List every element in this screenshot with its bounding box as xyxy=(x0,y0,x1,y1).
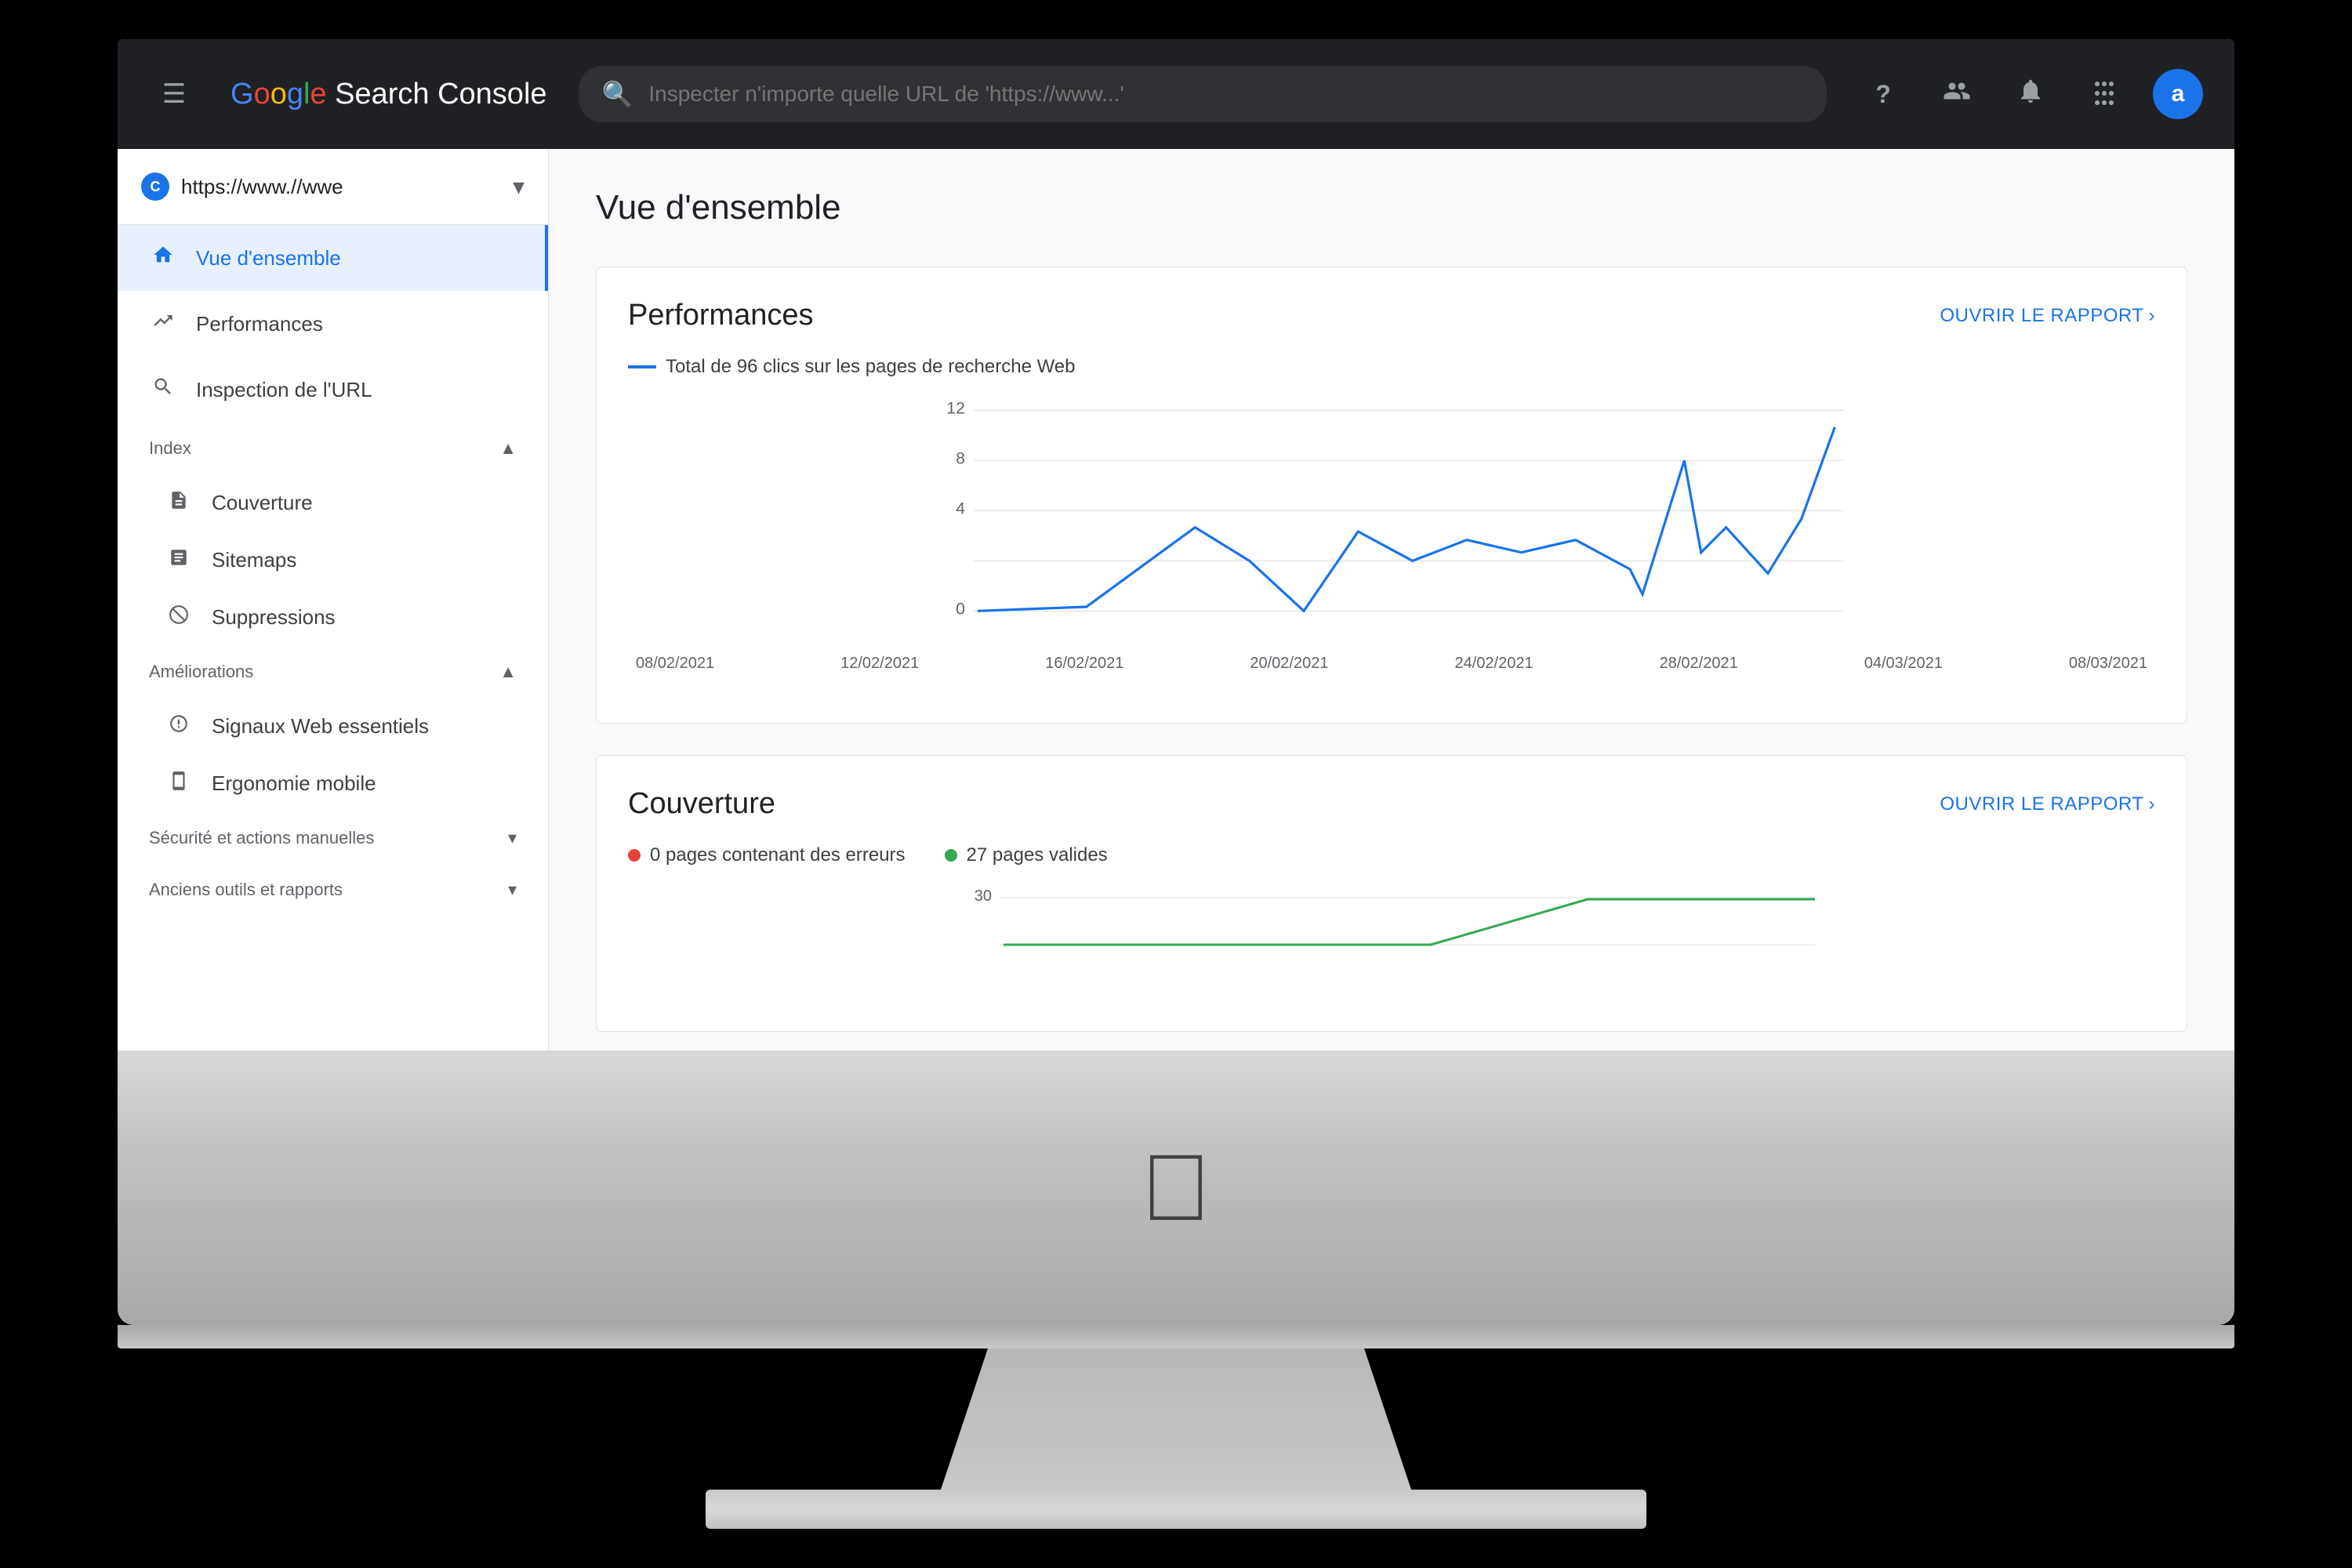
top-bar: ☰ Google Search Console 🔍 ? xyxy=(118,39,2234,149)
site-favicon: C xyxy=(141,172,169,201)
section-anciens-outils-chevron: ▾ xyxy=(508,880,517,900)
nav-label-sitemaps: Sitemaps xyxy=(212,548,296,572)
avatar-button[interactable]: a xyxy=(2153,69,2203,119)
nav-label-performances: Performances xyxy=(196,312,323,336)
couverture-icon xyxy=(165,490,193,516)
grid-button[interactable] xyxy=(2079,69,2129,119)
couverture-legend: 0 pages contenant des erreurs 27 pages v… xyxy=(628,844,2155,866)
avatar-label: a xyxy=(2172,81,2185,107)
search-bar[interactable]: 🔍 xyxy=(579,66,1827,122)
nav-label-suppressions: Suppressions xyxy=(212,605,336,630)
sitemaps-icon xyxy=(165,547,193,573)
suppressions-icon xyxy=(165,604,193,630)
mac-body:  xyxy=(118,1051,2234,1325)
search-icon: 🔍 xyxy=(602,79,633,109)
grid-icon xyxy=(2090,77,2118,112)
home-icon xyxy=(149,244,177,272)
couverture-title: Couverture xyxy=(628,787,775,821)
section-ameliorations[interactable]: Améliorations ▲ xyxy=(118,646,548,698)
page-title: Vue d'ensemble xyxy=(596,188,2187,227)
nav-label-couverture: Couverture xyxy=(212,491,313,515)
section-index[interactable]: Index ▲ xyxy=(118,423,548,474)
app-logo: Google Search Console xyxy=(230,78,547,111)
chevron-right-icon: › xyxy=(2149,305,2156,327)
nav-item-performances[interactable]: Performances xyxy=(118,291,548,357)
users-button[interactable] xyxy=(1932,69,1982,119)
signaux-web-icon xyxy=(165,713,193,739)
performances-card: Performances OUVRIR LE RAPPORT › Total d… xyxy=(596,267,2187,724)
apple-logo:  xyxy=(1141,1134,1211,1242)
section-index-label: Index xyxy=(149,438,191,459)
main-layout: C https://www.//wwe ▾ Vue d'ensemble xyxy=(118,149,2234,1058)
section-securite[interactable]: Sécurité et actions manuelles ▾ xyxy=(118,812,548,864)
section-anciens-outils[interactable]: Anciens outils et rapports ▾ xyxy=(118,864,548,916)
legend-valid: 27 pages valides xyxy=(945,844,1108,866)
hamburger-menu[interactable]: ☰ xyxy=(149,69,199,119)
site-selector[interactable]: C https://www.//wwe ▾ xyxy=(118,149,548,225)
section-ameliorations-chevron: ▲ xyxy=(499,662,517,682)
nav-item-sitemaps[interactable]: Sitemaps xyxy=(118,532,548,589)
performances-card-header: Performances OUVRIR LE RAPPORT › xyxy=(628,299,2155,332)
mac-neck xyxy=(941,1348,1411,1490)
svg-text:30: 30 xyxy=(975,887,992,905)
notifications-button[interactable] xyxy=(2005,69,2056,119)
mac-stand:  xyxy=(118,1051,2234,1529)
section-ameliorations-label: Améliorations xyxy=(149,662,253,682)
svg-text:4: 4 xyxy=(956,499,965,518)
chart-x-labels: 08/02/2021 12/02/2021 16/02/2021 20/02/2… xyxy=(628,655,2155,673)
nav-label-vue-ensemble: Vue d'ensemble xyxy=(196,246,341,270)
bell-icon xyxy=(2016,77,2045,112)
help-button[interactable]: ? xyxy=(1858,69,1908,119)
nav-item-vue-ensemble[interactable]: Vue d'ensemble xyxy=(118,225,548,291)
site-url: https://www.//wwe xyxy=(181,175,501,199)
performances-legend: Total de 96 clics sur les pages de reche… xyxy=(628,356,2155,378)
svg-text:8: 8 xyxy=(956,449,965,468)
performances-report-link[interactable]: OUVRIR LE RAPPORT › xyxy=(1940,305,2155,327)
app-window: ☰ Google Search Console 🔍 ? xyxy=(118,39,2234,1058)
nav-item-ergonomie[interactable]: Ergonomie mobile xyxy=(118,755,548,812)
search-input[interactable] xyxy=(648,82,1803,107)
sidebar: C https://www.//wwe ▾ Vue d'ensemble xyxy=(118,149,549,1058)
performances-chart-svg: 12 8 4 0 xyxy=(628,394,2155,644)
performances-title: Performances xyxy=(628,299,814,332)
errors-dot xyxy=(628,849,641,862)
performances-icon xyxy=(149,310,177,338)
mac-base xyxy=(706,1490,1646,1529)
performances-legend-line xyxy=(628,365,656,368)
couverture-report-link[interactable]: OUVRIR LE RAPPORT › xyxy=(1940,793,2155,815)
mac-neck-assembly xyxy=(706,1348,1646,1529)
top-icons: ? xyxy=(1858,69,2203,119)
section-index-chevron: ▲ xyxy=(499,438,517,459)
ergonomie-icon xyxy=(165,771,193,797)
content-area: Vue d'ensemble Performances OUVRIR LE RA… xyxy=(549,149,2234,1058)
performances-legend-item: Total de 96 clics sur les pages de reche… xyxy=(628,356,1076,378)
couverture-chart: 30 xyxy=(628,882,2155,1000)
dropdown-icon: ▾ xyxy=(513,173,524,201)
users-icon xyxy=(1943,77,1971,112)
valid-dot xyxy=(945,849,957,862)
nav-item-couverture[interactable]: Couverture xyxy=(118,474,548,532)
mac-chin xyxy=(118,1325,2234,1348)
legend-errors: 0 pages contenant des erreurs xyxy=(628,844,906,866)
nav-item-suppressions[interactable]: Suppressions xyxy=(118,589,548,646)
url-inspection-icon xyxy=(149,376,177,404)
svg-text:0: 0 xyxy=(956,600,965,619)
couverture-card: Couverture OUVRIR LE RAPPORT › 0 pages c… xyxy=(596,755,2187,1032)
section-securite-label: Sécurité et actions manuelles xyxy=(149,828,374,848)
couverture-chart-svg: 30 xyxy=(628,882,2155,1000)
nav-item-signaux-web[interactable]: Signaux Web essentiels xyxy=(118,698,548,755)
couverture-card-header: Couverture OUVRIR LE RAPPORT › xyxy=(628,787,2155,821)
performances-chart: 12 8 4 0 08/02/2021 12/02/2021 16/02/202… xyxy=(628,394,2155,691)
nav-label-ergonomie: Ergonomie mobile xyxy=(212,771,376,796)
nav-item-inspection-url[interactable]: Inspection de l'URL xyxy=(118,357,548,423)
section-securite-chevron: ▾ xyxy=(508,828,517,848)
help-icon: ? xyxy=(1875,80,1891,109)
nav-label-inspection: Inspection de l'URL xyxy=(196,378,372,402)
nav-label-signaux-web: Signaux Web essentiels xyxy=(212,714,429,739)
couverture-chevron-icon: › xyxy=(2149,793,2156,815)
svg-text:12: 12 xyxy=(946,399,965,418)
section-anciens-outils-label: Anciens outils et rapports xyxy=(149,880,343,900)
